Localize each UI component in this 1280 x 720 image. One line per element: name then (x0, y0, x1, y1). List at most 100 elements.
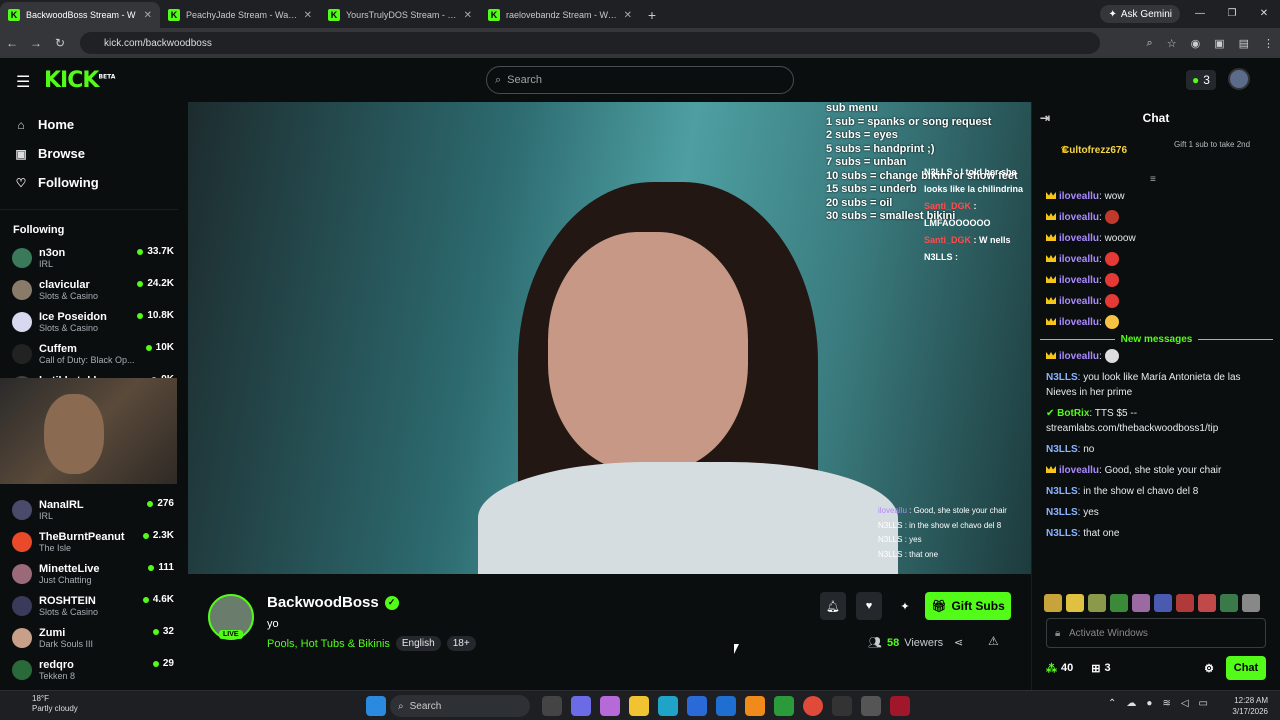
chat-username[interactable]: iloveallu (1059, 233, 1099, 244)
sidebar-channel[interactable]: Zumi Dark Souls III 32 (0, 622, 188, 654)
chat-settings-icon[interactable]: ⚙ (1204, 662, 1214, 675)
emote-icon[interactable] (1088, 594, 1106, 612)
windows-start-icon[interactable] (366, 696, 386, 716)
chat-username[interactable]: iloveallu (1059, 296, 1099, 307)
tag-pill[interactable]: English (395, 636, 441, 651)
sidebar-channel[interactable]: NanaIRL IRL 276 (0, 494, 188, 526)
sparkle-button[interactable]: ✦ (892, 592, 918, 620)
epic-games-icon[interactable] (832, 696, 852, 716)
url-bar[interactable]: kick.com/backwoodboss (80, 32, 1100, 54)
menu-dots-icon[interactable]: ⋮ (1263, 37, 1274, 50)
hamburger-icon[interactable]: ☰ (16, 72, 30, 92)
emote-icon[interactable] (1154, 594, 1172, 612)
browser-tab[interactable]: Kraelovebandz Stream - Watch L ✕ (480, 2, 640, 28)
sidebar-channel[interactable]: Ice Poseidon Slots & Casino 10.8K (0, 306, 188, 338)
sidebar-channel[interactable]: Cuffem Call of Duty: Black Op... 10K (0, 338, 188, 370)
chat-filter-icon[interactable]: ≡ (1150, 174, 1156, 185)
gift-subs-button[interactable]: 🎁︎ Gift Subs (925, 592, 1011, 620)
chat-username[interactable]: N3LLS (1046, 444, 1078, 455)
tag-pill[interactable]: 18+ (446, 636, 476, 651)
new-tab-button[interactable]: + (640, 2, 664, 28)
chat-username[interactable]: iloveallu (1059, 465, 1099, 476)
taskbar-clock[interactable]: 12:28 AM 3/17/2026 (1232, 695, 1268, 717)
chat-username[interactable]: iloveallu (1059, 351, 1099, 362)
chat-username[interactable]: N3LLS (1046, 507, 1078, 518)
battery-icon[interactable]: ▭ (1199, 698, 1208, 709)
file-explorer-icon[interactable] (629, 696, 649, 716)
store-icon[interactable] (687, 696, 707, 716)
sidebar-channel[interactable]: n3on IRL 33.7K (0, 242, 188, 274)
taskbar-search[interactable]: ⌕ Search (390, 695, 530, 717)
category-link[interactable]: Pools, Hot Tubs & Bikinis (267, 638, 390, 650)
chat-username[interactable]: N3LLS (1046, 486, 1078, 497)
task-view-icon[interactable] (542, 696, 562, 716)
search-input[interactable]: ⌕ Search (486, 66, 794, 94)
close-tab-icon[interactable]: ✕ (304, 10, 312, 21)
ask-gemini-button[interactable]: ✦ Ask Gemini (1100, 5, 1180, 23)
emote-icon[interactable] (1044, 594, 1062, 612)
channel-name[interactable]: BackwoodBoss ✓ (267, 594, 399, 611)
minimize-button[interactable]: — (1184, 0, 1216, 28)
sidebar-channel[interactable]: TheBurntPeanut The Isle 2.3K (0, 526, 188, 558)
outlook-icon[interactable] (716, 696, 736, 716)
bookmark-star-icon[interactable]: ☆ (1167, 37, 1177, 50)
zoom-icon[interactable]: ⌕ (1147, 37, 1153, 50)
chat-username[interactable]: iloveallu (1059, 317, 1099, 328)
close-tab-icon[interactable]: ✕ (624, 10, 632, 21)
xbox-icon[interactable] (774, 696, 794, 716)
chat-username[interactable]: iloveallu (1059, 254, 1099, 265)
chrome-icon[interactable] (803, 696, 823, 716)
emote-icon[interactable] (1066, 594, 1084, 612)
sidebar-item-home[interactable]: ⌂ Home (0, 110, 188, 139)
puzzle-icon[interactable]: ▣ (1214, 37, 1224, 50)
mic-icon[interactable]: ● (1146, 698, 1152, 709)
sidebar-item-browse[interactable]: ▣ Browse (0, 139, 188, 168)
chat-username[interactable]: iloveallu (1059, 191, 1099, 202)
sidebar-channel[interactable]: MinetteLive Just Chatting 111 (0, 558, 188, 590)
emote-icon[interactable] (1242, 594, 1260, 612)
sidebar-channel[interactable]: ROSHTEIN Slots & Casino 4.6K (0, 590, 188, 622)
browser-tab[interactable]: K BackwoodBoss Stream - W ✕ (0, 2, 160, 28)
chat-username[interactable]: N3LLS (1046, 528, 1078, 539)
maximize-button[interactable]: ❐ (1216, 0, 1248, 28)
kick-logo[interactable]: KICKBETA (44, 68, 115, 93)
tray-chevron-icon[interactable]: ⌃ (1108, 698, 1116, 709)
back-icon[interactable]: ← (0, 36, 24, 50)
emote-icon[interactable] (1198, 594, 1216, 612)
close-tab-icon[interactable]: ✕ (464, 10, 472, 21)
reload-icon[interactable]: ↻ (48, 36, 72, 50)
user-avatar[interactable] (1228, 68, 1250, 90)
epic-launcher-icon[interactable] (890, 696, 910, 716)
video-player[interactable]: sub menu 1 sub = spanks or song request 2 … (188, 102, 1031, 574)
copilot-icon[interactable] (600, 696, 620, 716)
vlc-icon[interactable] (745, 696, 765, 716)
emote-icon[interactable] (1176, 594, 1194, 612)
picture-in-picture-webcam[interactable] (0, 378, 177, 484)
extension-icon[interactable]: ◉ (1191, 37, 1201, 50)
pinned-gift-banner[interactable]: ♛ Cultofrezz676 Gift 1 sub to take 2nd (1032, 134, 1280, 166)
steam-icon[interactable] (861, 696, 881, 716)
sidebar-channel[interactable]: clavicular Slots & Casino 24.2K (0, 274, 188, 306)
volume-icon[interactable]: ◁ (1181, 698, 1189, 709)
wifi-icon[interactable]: ≋ (1162, 698, 1170, 709)
send-chat-button[interactable]: Chat (1226, 656, 1266, 680)
report-warning-icon[interactable]: ⚠ (988, 634, 999, 648)
browser-tab[interactable]: K YoursTrulyDOS Stream - Watch ✕ (320, 2, 480, 28)
emote-icon[interactable] (1220, 594, 1238, 612)
kick-points-badge[interactable]: ● 3 (1186, 70, 1216, 90)
browser-tab[interactable]: K PeachyJade Stream - Watch Live ✕ (160, 2, 320, 28)
forward-icon[interactable]: → (24, 36, 48, 50)
chat-username[interactable]: iloveallu (1059, 212, 1099, 223)
sidebar-item-following[interactable]: ♡ Following (0, 168, 188, 197)
follow-heart-button[interactable]: ♥ (856, 592, 882, 620)
emote-icon[interactable] (1132, 594, 1150, 612)
discord-icon[interactable] (571, 696, 591, 716)
close-window-button[interactable]: ✕ (1248, 0, 1280, 28)
sidebar-channel[interactable]: redqro Tekken 8 29 (0, 654, 188, 686)
share-icon[interactable]: ⋖ (954, 636, 963, 649)
weather-widget[interactable]: 18°F Partly cloudy (10, 694, 78, 714)
chat-username[interactable]: N3LLS (1046, 372, 1078, 383)
chat-input[interactable]: 🔒︎ Activate Windows (1046, 618, 1266, 648)
chat-username[interactable]: iloveallu (1059, 275, 1099, 286)
emote-icon[interactable] (1110, 594, 1128, 612)
